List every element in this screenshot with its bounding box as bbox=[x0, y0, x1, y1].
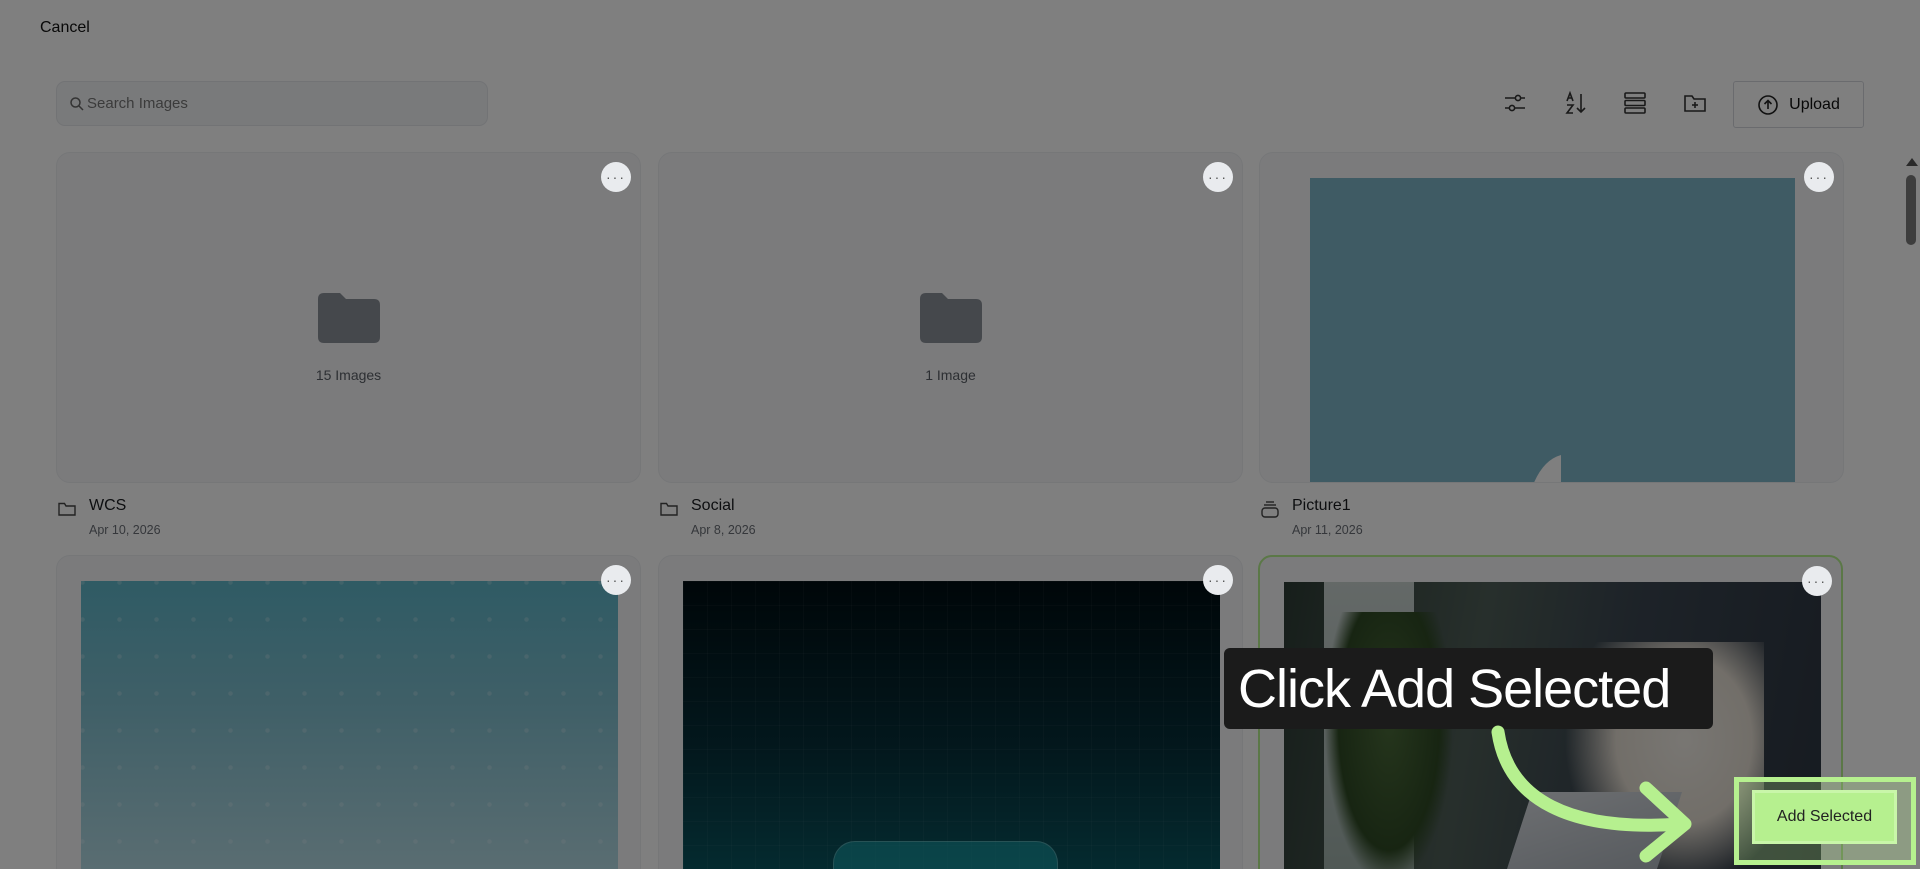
image-thumbnail bbox=[1310, 178, 1795, 482]
image-card-picture1[interactable]: ··· bbox=[1259, 152, 1844, 483]
card-date: Apr 10, 2026 bbox=[89, 523, 161, 537]
card-title: Picture1 bbox=[1292, 497, 1351, 514]
folder-count: 15 Images bbox=[315, 367, 382, 383]
more-options-button[interactable]: ··· bbox=[1804, 162, 1834, 192]
list-view-button[interactable] bbox=[1617, 85, 1653, 121]
more-options-button[interactable]: ··· bbox=[1203, 162, 1233, 192]
folder-count: 1 Image bbox=[925, 367, 976, 383]
card-title: WCS bbox=[89, 497, 127, 514]
image-thumbnail bbox=[81, 581, 618, 869]
new-folder-button[interactable] bbox=[1677, 85, 1713, 121]
sort-button[interactable] bbox=[1558, 85, 1594, 121]
card-caption-picture1: Picture1 Apr 11, 2026 bbox=[1260, 497, 1363, 537]
folder-preview: 15 Images bbox=[57, 291, 640, 383]
upload-button[interactable]: Upload bbox=[1733, 81, 1864, 128]
card-date: Apr 11, 2026 bbox=[1292, 523, 1363, 537]
card-caption-social: Social Apr 8, 2026 bbox=[659, 497, 756, 537]
folder-icon bbox=[919, 293, 982, 343]
scroll-up-arrow[interactable] bbox=[1906, 158, 1918, 166]
filter-sliders-icon bbox=[1505, 94, 1525, 112]
image-card[interactable]: ··· bbox=[56, 555, 641, 869]
filter-button[interactable] bbox=[1497, 85, 1533, 121]
image-picker-dialog: Cancel Search Images Upload ··· 15 Image… bbox=[0, 0, 1920, 869]
list-view-icon bbox=[1624, 92, 1646, 114]
folder-outline-icon bbox=[660, 502, 678, 516]
card-caption-wcs: WCS Apr 10, 2026 bbox=[57, 497, 161, 537]
search-icon bbox=[70, 96, 84, 111]
folder-icon bbox=[317, 293, 380, 343]
more-options-button[interactable]: ··· bbox=[601, 162, 631, 192]
sort-az-icon bbox=[1565, 90, 1586, 114]
more-options-button[interactable]: ··· bbox=[601, 565, 631, 595]
new-folder-icon bbox=[1684, 95, 1706, 112]
card-date: Apr 8, 2026 bbox=[691, 523, 756, 537]
folder-card-social[interactable]: ··· 1 Image bbox=[658, 152, 1243, 483]
upload-cloud-icon bbox=[1758, 94, 1778, 115]
card-title: Social bbox=[691, 497, 735, 514]
cancel-button[interactable]: Cancel bbox=[40, 19, 90, 37]
more-options-button[interactable]: ··· bbox=[1802, 566, 1832, 596]
guide-tooltip: Click Add Selected bbox=[1224, 648, 1713, 729]
more-options-button[interactable]: ··· bbox=[1203, 565, 1233, 595]
thumbnail-shape bbox=[1534, 455, 1561, 482]
add-selected-button[interactable]: Add Selected bbox=[1752, 790, 1897, 844]
scrollbar-thumb[interactable] bbox=[1906, 175, 1916, 245]
folder-preview: 1 Image bbox=[659, 291, 1242, 383]
folder-card-wcs[interactable]: ··· 15 Images bbox=[56, 152, 641, 483]
image-thumbnail bbox=[683, 581, 1220, 869]
folder-outline-icon bbox=[58, 502, 76, 516]
upload-label: Upload bbox=[1789, 95, 1840, 113]
search-bar[interactable] bbox=[56, 81, 488, 126]
image-card[interactable]: ··· bbox=[658, 555, 1243, 869]
image-stack-icon bbox=[1261, 501, 1279, 518]
search-input[interactable] bbox=[87, 95, 467, 112]
